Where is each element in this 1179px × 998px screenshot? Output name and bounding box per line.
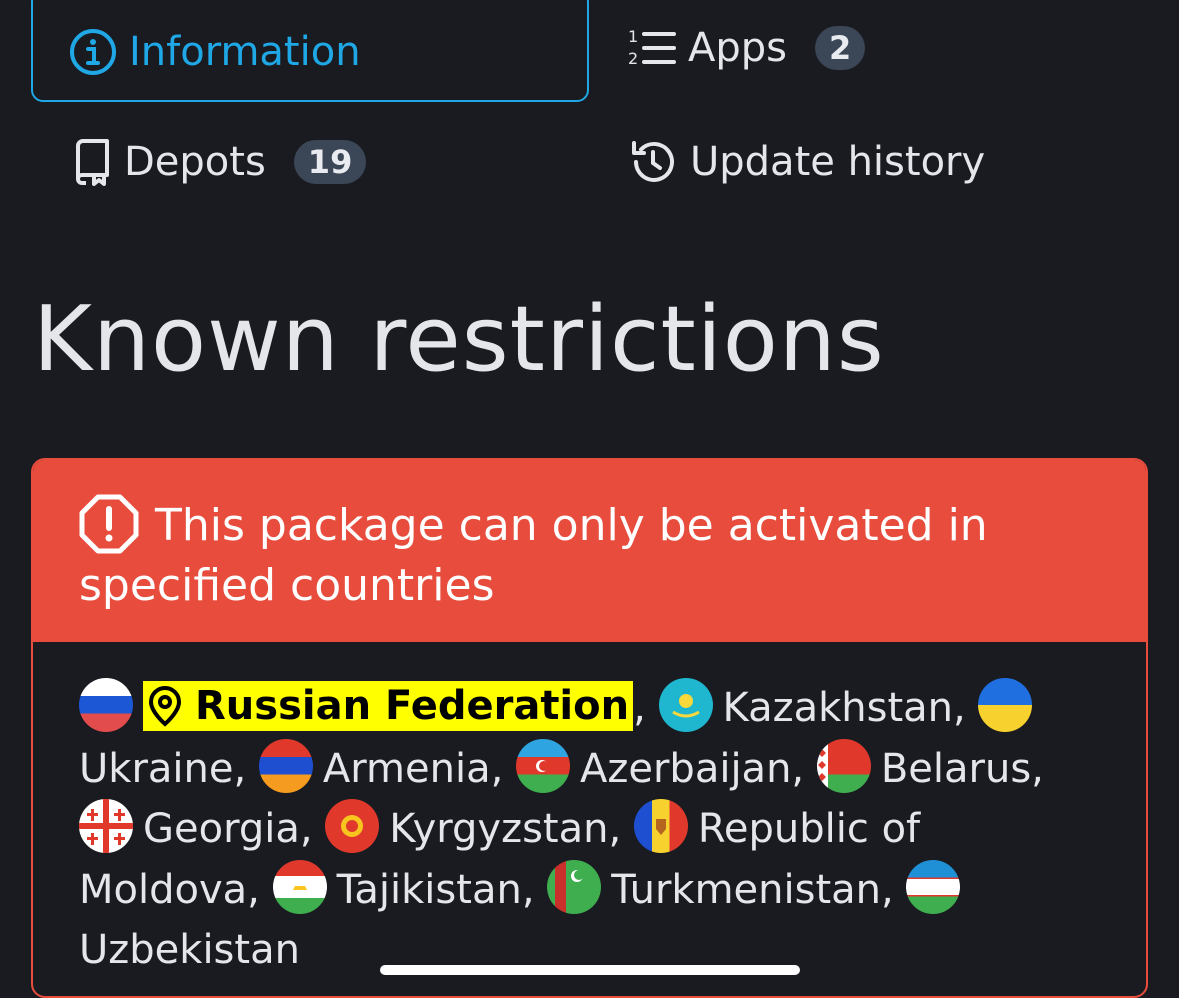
belarus-flag-icon <box>816 738 871 793</box>
tab-apps[interactable]: 1 2 Apps 2 <box>628 22 866 74</box>
restriction-card: This package can only be activated in sp… <box>31 458 1148 998</box>
country-name: Kazakhstan <box>722 685 953 731</box>
country-name: Ukraine <box>79 745 234 792</box>
kazakhstan-flag-icon <box>658 678 713 732</box>
svg-text:1: 1 <box>628 27 638 46</box>
country-item: Russian Federation, <box>79 678 659 732</box>
tab-information[interactable]: Information <box>31 0 589 102</box>
country-name: Kyrgyzstan <box>389 806 609 852</box>
tab-information-label: Information <box>129 29 361 75</box>
numbered-list-icon: 1 2 <box>628 26 676 70</box>
georgia-flag-icon <box>79 799 133 853</box>
uzbekistan-flag-icon <box>906 859 961 914</box>
country-item: Tajikistan, <box>272 859 548 914</box>
country-list: Russian Federation, Kazakhstan, Ukraine,… <box>33 642 1146 981</box>
apps-count-badge: 2 <box>814 26 866 70</box>
country-item: Kazakhstan, <box>658 678 979 732</box>
country-item: Kyrgyzstan, <box>325 799 634 853</box>
kyrgyzstan-flag-icon <box>325 799 380 853</box>
turkmenistan-flag-icon <box>547 859 602 914</box>
country-name: Georgia <box>143 806 300 852</box>
country-item: Azerbaijan, <box>516 738 817 793</box>
country-name: Russian Federation <box>195 682 630 729</box>
current-location-highlight: Russian Federation <box>143 681 634 731</box>
moldova-flag-icon <box>633 799 688 853</box>
country-item: Belarus, <box>816 738 1044 793</box>
tajikistan-flag-icon <box>272 859 327 914</box>
tab-update-history-label: Update history <box>690 139 986 185</box>
country-item: Georgia, <box>79 799 325 853</box>
country-name: Turkmenistan <box>611 866 881 913</box>
known-restrictions-heading: Known restrictions <box>33 287 885 392</box>
ukraine-flag-icon <box>978 678 1033 732</box>
country-name: Tajikistan <box>336 866 522 913</box>
info-icon <box>69 28 117 76</box>
country-name: Armenia <box>322 745 491 792</box>
depots-count-badge: 19 <box>293 140 367 184</box>
russia-flag-icon <box>79 678 133 732</box>
country-name: Azerbaijan <box>580 745 792 792</box>
country-name: Belarus <box>880 745 1032 792</box>
tab-apps-label: Apps <box>688 25 787 71</box>
azerbaijan-flag-icon <box>516 738 571 793</box>
restriction-alert-message: This package can only be activated in sp… <box>79 500 988 611</box>
tab-depots[interactable]: Depots 19 <box>72 136 367 188</box>
history-icon <box>628 137 678 187</box>
country-name: Uzbekistan <box>79 927 300 973</box>
country-item: Armenia, <box>258 738 516 793</box>
home-indicator <box>380 965 800 975</box>
tab-depots-label: Depots <box>124 139 266 185</box>
armenia-flag-icon <box>258 738 313 793</box>
warning-octagon-icon <box>79 494 139 570</box>
tab-update-history[interactable]: Update history <box>628 136 985 188</box>
repository-icon <box>72 138 112 186</box>
country-item: Turkmenistan, <box>547 859 906 914</box>
svg-text:2: 2 <box>628 49 638 68</box>
map-pin-icon <box>148 686 182 727</box>
restriction-alert: This package can only be activated in sp… <box>33 460 1146 642</box>
